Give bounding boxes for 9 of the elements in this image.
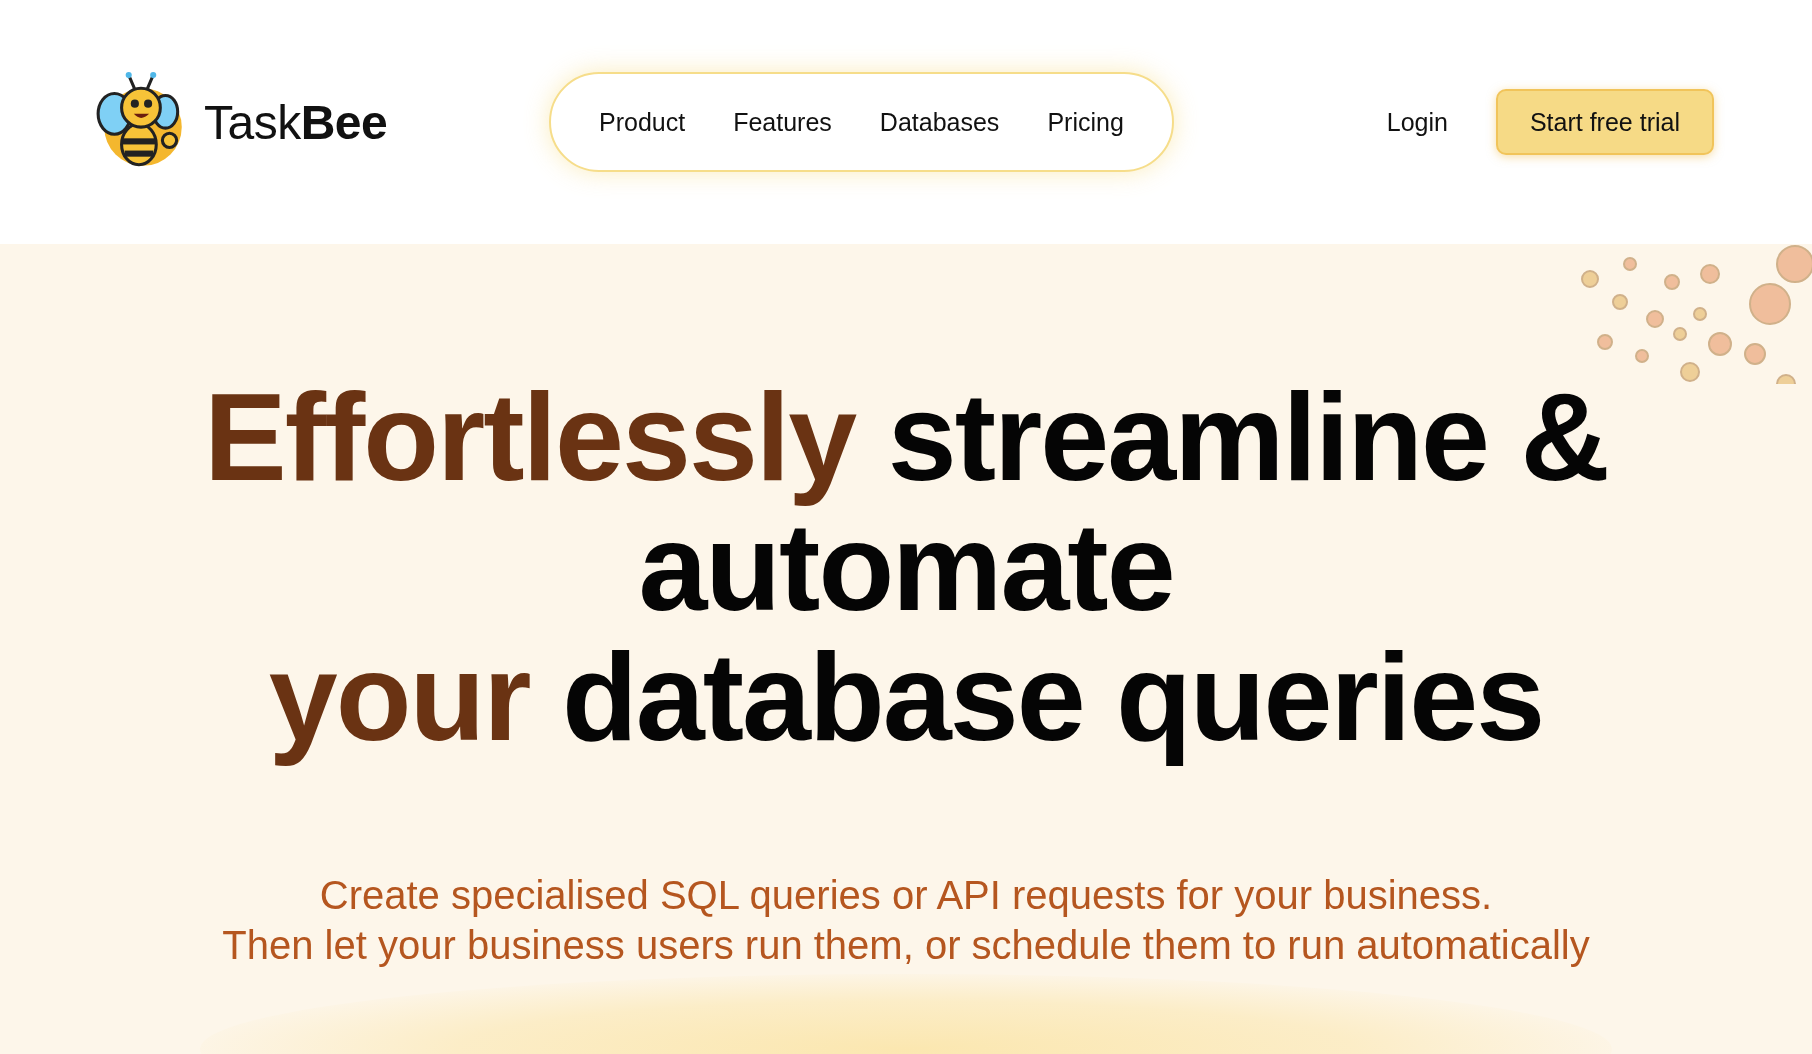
start-trial-button[interactable]: Start free trial [1495,89,1714,155]
hero-subtitle: Create specialised SQL queries or API requests for your business. [319,872,1493,919]
brand-name: TaskBee [204,94,388,150]
nav-link[interactable]: Databases [879,107,1000,137]
nav-link[interactable]: Features [733,107,832,137]
hero-subtitle: Then let your business users run them, or schedule them to run automatically [222,922,1590,969]
nav-link[interactable]: Pricing [1047,107,1124,137]
nav-link[interactable]: Product [599,107,686,137]
login-link[interactable]: Login [1386,107,1448,137]
